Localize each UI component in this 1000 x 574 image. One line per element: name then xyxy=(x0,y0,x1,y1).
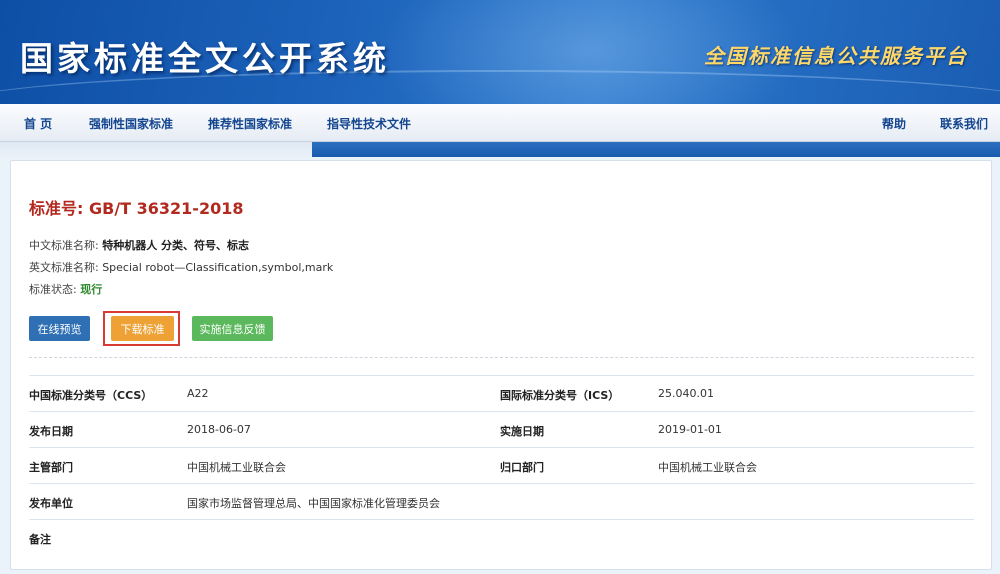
nav-recommended-standards[interactable]: 推荐性国家标准 xyxy=(208,115,292,132)
nav-accent-strip xyxy=(0,142,1000,157)
nav-accent-bar xyxy=(312,142,1000,157)
issuer-value: 国家市场监督管理总局、中国国家标准化管理委员会 xyxy=(187,497,440,510)
standard-detail-card: 标准号: GB/T 36321-2018 中文标准名称: 特种机器人 分类、符号… xyxy=(10,160,992,570)
online-preview-button[interactable]: 在线预览 xyxy=(29,316,90,341)
effective-date-value: 2019-01-01 xyxy=(658,423,722,436)
standard-number-value: GB/T 36321-2018 xyxy=(88,199,244,218)
section-divider xyxy=(29,357,974,358)
responsible-dept-value: 中国机械工业联合会 xyxy=(658,461,757,474)
effective-date-label: 实施日期 xyxy=(500,425,544,438)
en-name-row: 英文标准名称: Special robot—Classification,sym… xyxy=(29,259,333,275)
remarks-label: 备注 xyxy=(29,533,51,546)
responsible-dept-label: 归口部门 xyxy=(500,461,544,474)
download-standard-button[interactable]: 下载标准 xyxy=(111,316,174,341)
cn-name-label: 中文标准名称: xyxy=(29,239,103,252)
nav-contact-us[interactable]: 联系我们 xyxy=(940,115,988,132)
nav-help[interactable]: 帮助 xyxy=(882,115,906,132)
table-row: 发布单位 国家市场监督管理总局、中国国家标准化管理委员会 xyxy=(29,483,974,519)
issuer-label: 发布单位 xyxy=(29,497,73,510)
ccs-value: A22 xyxy=(187,387,209,400)
ics-label: 国际标准分类号（ICS） xyxy=(500,389,620,402)
ics-value: 25.040.01 xyxy=(658,387,714,400)
detail-table: 中国标准分类号（CCS） A22 国际标准分类号（ICS） 25.040.01 … xyxy=(29,375,974,555)
standard-number-label: 标准号: xyxy=(29,199,89,218)
table-row: 发布日期 2018-06-07 实施日期 2019-01-01 xyxy=(29,411,974,447)
publish-date-value: 2018-06-07 xyxy=(187,423,251,436)
competent-dept-label: 主管部门 xyxy=(29,461,73,474)
nav-guidance-documents[interactable]: 指导性技术文件 xyxy=(327,115,411,132)
site-subtitle: 全国标准信息公共服务平台 xyxy=(704,44,968,68)
cn-name-value: 特种机器人 分类、符号、标志 xyxy=(102,239,250,252)
standard-number: 标准号: GB/T 36321-2018 xyxy=(29,195,243,219)
status-row: 标准状态: 现行 xyxy=(29,281,102,297)
en-name-value: Special robot—Classification,symbol,mark xyxy=(102,261,334,274)
status-label: 标准状态: xyxy=(29,283,81,296)
nav-home[interactable]: 首 页 xyxy=(24,115,52,132)
competent-dept-value: 中国机械工业联合会 xyxy=(187,461,286,474)
status-badge: 现行 xyxy=(80,283,103,296)
site-title: 国家标准全文公开系统 xyxy=(20,39,390,78)
cn-name-row: 中文标准名称: 特种机器人 分类、符号、标志 xyxy=(29,237,249,253)
implementation-feedback-button[interactable]: 实施信息反馈 xyxy=(192,316,273,341)
header-banner: 国家标准全文公开系统 全国标准信息公共服务平台 xyxy=(0,0,1000,104)
main-nav: 首 页 强制性国家标准 推荐性国家标准 指导性技术文件 帮助 联系我们 xyxy=(0,104,1000,142)
table-row: 主管部门 中国机械工业联合会 归口部门 中国机械工业联合会 xyxy=(29,447,974,483)
nav-mandatory-standards[interactable]: 强制性国家标准 xyxy=(89,115,173,132)
publish-date-label: 发布日期 xyxy=(29,425,73,438)
table-row: 中国标准分类号（CCS） A22 国际标准分类号（ICS） 25.040.01 xyxy=(29,375,974,411)
ccs-label: 中国标准分类号（CCS） xyxy=(29,389,153,402)
en-name-label: 英文标准名称: xyxy=(29,261,103,274)
table-row: 备注 xyxy=(29,519,974,555)
